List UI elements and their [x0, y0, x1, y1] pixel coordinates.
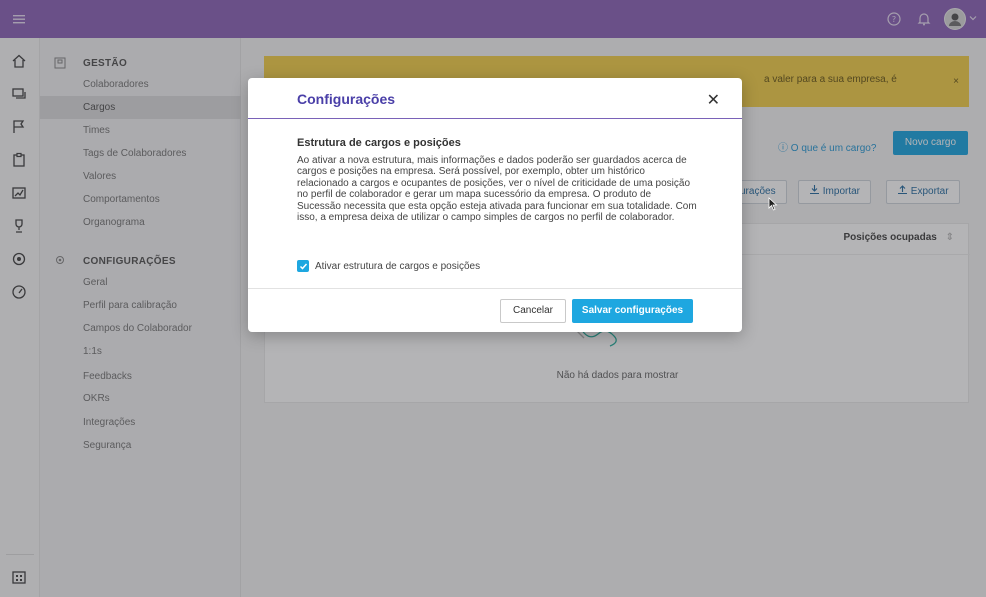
enable-structure-checkbox-row[interactable]: Ativar estrutura de cargos e posições	[297, 260, 480, 272]
save-settings-button[interactable]: Salvar configurações	[572, 299, 693, 323]
modal-header-divider	[248, 118, 742, 119]
modal-footer-divider	[248, 288, 742, 289]
modal-title: Configurações	[297, 91, 396, 107]
cancel-button[interactable]: Cancelar	[500, 299, 566, 323]
modal-subtitle: Estrutura de cargos e posições	[297, 137, 461, 149]
close-icon[interactable]: ✕	[707, 90, 720, 110]
settings-modal: Configurações ✕ Estrutura de cargos e po…	[248, 78, 742, 332]
mouse-cursor-icon	[768, 197, 778, 214]
modal-description: Ao ativar a nova estrutura, mais informa…	[297, 155, 697, 224]
checkbox[interactable]	[297, 260, 309, 272]
checkbox-label: Ativar estrutura de cargos e posições	[315, 260, 481, 272]
